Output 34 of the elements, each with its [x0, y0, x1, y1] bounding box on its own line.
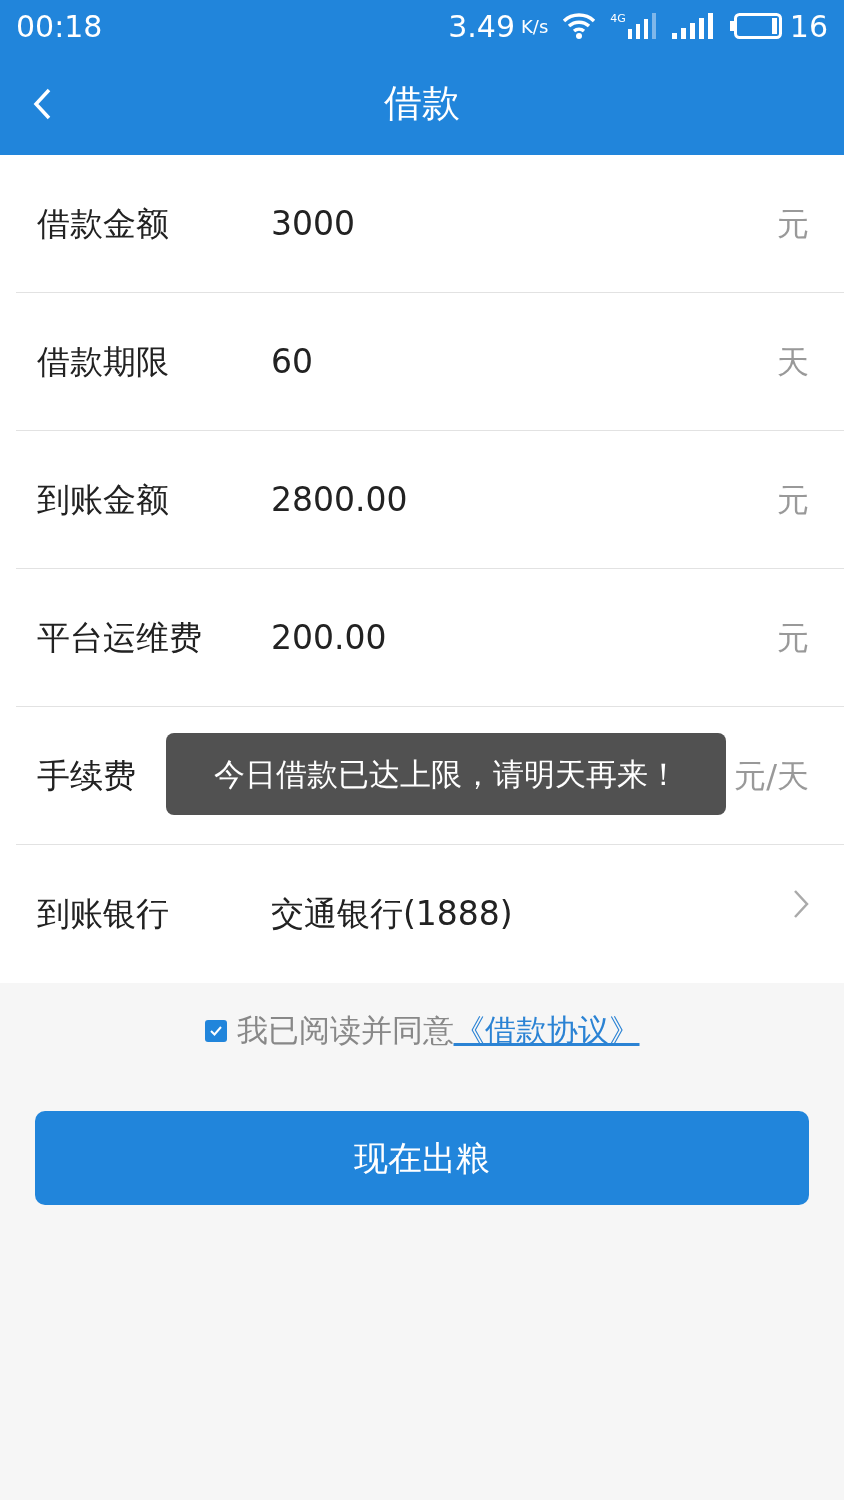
page-title: 借款	[384, 80, 460, 127]
field-value: 200.00	[271, 616, 388, 659]
wifi-icon	[562, 12, 597, 40]
unit-label: 天	[777, 341, 810, 383]
field-label: 手续费	[37, 755, 136, 795]
field-value: 3000	[271, 202, 356, 245]
field-label: 平台运维费	[37, 617, 202, 657]
submit-button[interactable]: 现在出粮	[35, 1111, 809, 1205]
speed-unit: K/s	[521, 14, 549, 39]
agreement-link[interactable]: 《借款协议》	[453, 1007, 640, 1054]
clock-time: 00:18	[16, 7, 103, 46]
field-label: 借款期限	[37, 341, 169, 381]
agreement-text: 我已阅读并同意	[236, 1011, 454, 1051]
field-label: 到账金额	[37, 479, 169, 519]
check-icon	[208, 1024, 223, 1037]
chevron-right-icon[interactable]	[793, 889, 809, 919]
network-type: 4G	[610, 13, 626, 24]
battery-icon	[729, 13, 782, 39]
field-value: 60	[271, 340, 314, 383]
unit-label: 元	[777, 617, 810, 659]
unit-label: 元/天	[734, 755, 810, 797]
field-value: 2800.00	[271, 478, 409, 521]
signal-icon	[627, 13, 658, 39]
back-icon	[32, 86, 52, 121]
battery-level: 16	[789, 7, 828, 46]
field-label: 借款金额	[37, 203, 169, 243]
field-value: 交通银行(1888)	[271, 893, 514, 936]
unit-label: 元	[777, 479, 810, 521]
signal-icon	[671, 13, 716, 39]
toast-message: 今日借款已达上限，请明天再来！	[166, 733, 726, 815]
network-speed: 3.49	[448, 7, 516, 46]
agree-checkbox[interactable]	[204, 1019, 227, 1042]
field-label: 到账银行	[37, 894, 169, 934]
unit-label: 元	[777, 203, 810, 245]
